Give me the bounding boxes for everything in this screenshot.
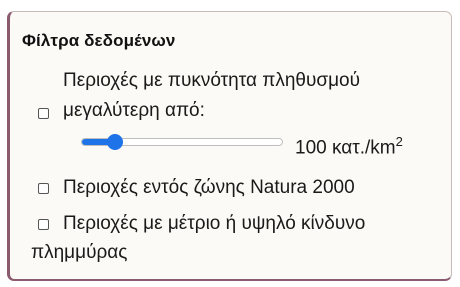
panel-title: Φίλτρα δεδομένων: [22, 31, 176, 50]
natura-filter-label: Περιοχές εντός ζώνης Natura 2000: [63, 177, 355, 198]
density-filter-checkbox[interactable]: [38, 108, 49, 119]
density-value-superscript: 2: [395, 134, 403, 149]
flood-filter-label-line2: πλημμύρας: [31, 242, 128, 263]
natura-filter-checkbox[interactable]: [38, 183, 49, 194]
density-filter-label-line2: μεγαλύτερη από:: [63, 100, 205, 121]
density-filter-label-line1: Περιοχές με πυκνότητα πληθυσμού: [63, 70, 360, 91]
flood-filter-label-line1: Περιοχές με μέτριο ή υψηλό κίνδυνο: [63, 213, 366, 234]
density-value: 100 κατ./km2: [295, 131, 403, 159]
density-slider-thumb[interactable]: [107, 134, 123, 150]
density-value-text: 100 κατ./km: [295, 137, 396, 159]
flood-filter-checkbox[interactable]: [38, 219, 49, 230]
